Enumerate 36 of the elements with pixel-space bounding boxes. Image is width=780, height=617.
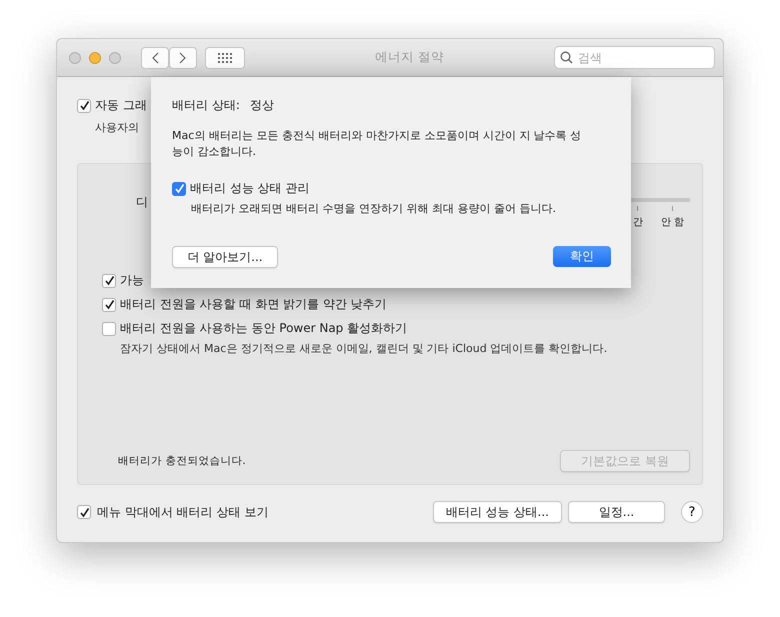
checkbox[interactable] [102,322,116,336]
option-label: 메뉴 막대에서 배터리 상태 보기 [97,504,270,520]
checkbox[interactable] [77,505,91,519]
slider-tick-label: 간 [632,206,643,229]
search-icon [560,51,573,64]
dialog-button[interactable]: 일정... [568,501,665,523]
window-title: 에너지 절약 [374,49,445,66]
battery-status-text: 배터리가 충전되었습니다. [118,454,246,468]
chevron-left-icon [151,52,159,64]
help-button[interactable]: ? [681,501,703,523]
checkbox[interactable] [102,298,116,312]
option-label: 배터리 전원을 사용할 때 화면 밝기를 약간 낮추기 [120,296,387,313]
back-button[interactable] [141,46,169,68]
grid-icon [217,52,233,62]
search-field[interactable]: 검색 [554,46,715,69]
status-value: 정상 [250,97,274,114]
option-label: 자동 그래 [95,97,147,114]
dialog-button[interactable]: 배터리 성능 상태... [432,501,562,523]
sheet-description: Mac의 배터리는 모든 충전식 배터리와 마찬가지로 소모품이며 시간이 지 날수록 성능이 감소합니다. [172,128,582,160]
checkbox[interactable] [102,274,116,288]
grid-button[interactable] [205,46,245,68]
option-note: 잠자기 상태에서 Mac은 정기적으로 새로운 이메일, 캘린더 및 기타 iCloud 업데이트를 확인합니다. [120,341,608,356]
chevron-right-icon [179,52,187,64]
checkbox[interactable] [172,182,186,196]
option-note: 사용자의 [95,120,140,135]
learn-more-button[interactable]: 더 알아보기... [172,246,278,268]
forward-button[interactable] [169,46,197,68]
slider-tick-label: 안 함 [660,206,684,229]
option-label: 가능 [120,272,144,289]
option-note: 배터리가 오래되면 배터리 수명을 연장하기 위해 최대 용량이 줄어 듭니다. [191,201,557,217]
ok-button[interactable]: 확인 [553,246,611,267]
option-label: 배터리 전원을 사용하는 동안 Power Nap 활성화하기 [120,320,408,337]
option-label: 배터리 성능 상태 관리 [190,180,310,197]
status-label: 배터리 상태: [172,97,240,114]
checkbox[interactable] [77,98,91,112]
slider-label: 디 [136,194,148,211]
